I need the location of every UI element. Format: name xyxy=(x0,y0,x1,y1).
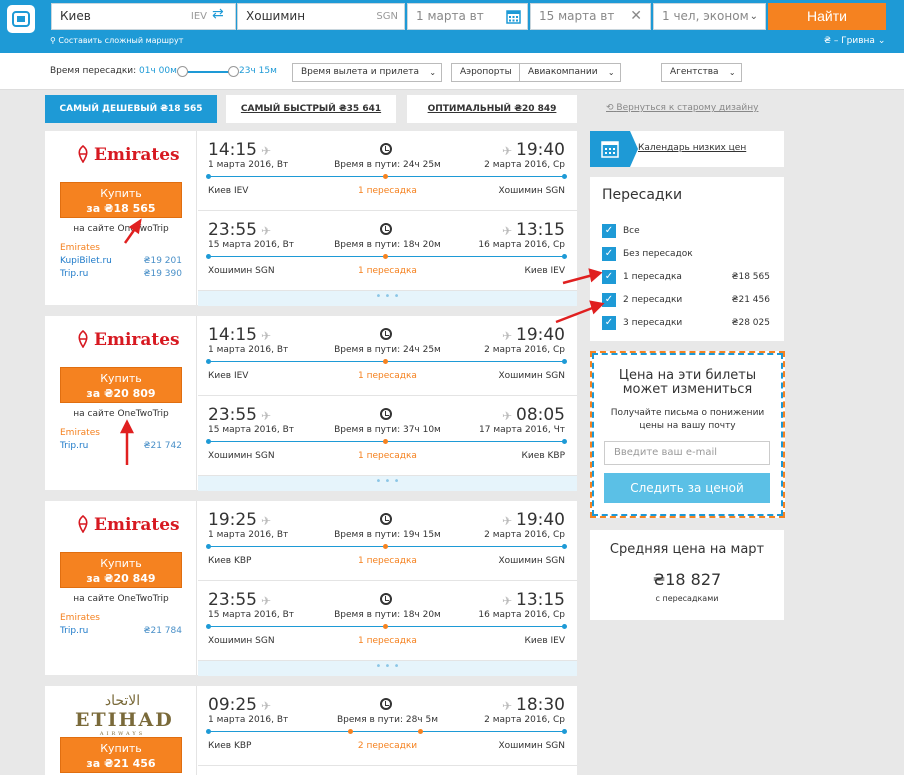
annotation-arrowhead xyxy=(588,268,603,283)
annotation-arrows xyxy=(119,218,605,465)
annotation-arrowhead xyxy=(589,300,605,315)
annotation-arrow-group xyxy=(119,218,605,465)
annotation-arrow xyxy=(562,273,594,285)
annotation-arrowhead xyxy=(128,218,142,235)
annotation-arrowhead xyxy=(119,419,135,434)
annotation-arrow xyxy=(555,305,596,324)
